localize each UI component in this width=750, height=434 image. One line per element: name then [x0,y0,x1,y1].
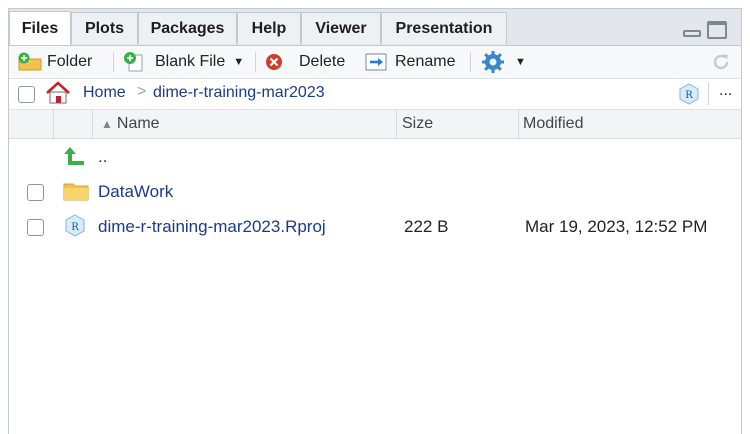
rename-button[interactable]: Rename [365,46,455,78]
new-blank-file-label: Blank File [155,53,226,70]
toolbar-divider [255,52,256,72]
size-column-header[interactable]: Size [402,110,433,138]
breadcrumb-current[interactable]: dime-r-training-mar2023 [153,84,325,102]
modified-column-header[interactable]: Modified [523,110,583,138]
file-modified: Mar 19, 2023, 12:52 PM [525,217,708,236]
new-folder-button[interactable]: Folder [17,46,92,78]
maximize-pane-icon[interactable] [707,21,727,39]
breadcrumb: Home > dime-r-training-mar2023 R ... [9,79,741,110]
modified-column-label: Modified [523,115,584,132]
file-name-link[interactable]: DataWork [98,174,173,210]
svg-text:R: R [685,90,693,101]
tab-packages[interactable]: Packages [138,12,237,44]
column-divider [518,110,519,138]
table-row: R dime-r-training-mar2023.Rproj 222 B Ma… [9,209,741,245]
svg-text:R: R [71,222,79,233]
chevron-down-icon: ▼ [515,56,526,68]
column-divider [396,110,397,138]
more-options-button[interactable]: ... [719,82,732,100]
tab-packages-label: Packages [150,19,225,37]
name-column-label: Name [116,115,160,132]
refresh-icon [713,54,729,70]
rproj-icon[interactable]: R [678,83,700,105]
more-actions-button[interactable]: ▼ [481,46,526,78]
tab-presentation[interactable]: Presentation [381,12,507,44]
parent-directory-row[interactable]: .. [9,139,741,175]
new-blank-file-button[interactable]: Blank File ▼ [123,46,244,78]
toolbar-divider [470,52,471,72]
column-divider [92,110,93,138]
breadcrumb-separator: > [137,83,147,100]
tab-files[interactable]: Files [9,11,71,45]
file-name-link[interactable]: dime-r-training-mar2023.Rproj [98,209,326,245]
home-icon[interactable] [45,81,71,105]
new-folder-icon [18,52,42,71]
toolbar-divider [113,52,114,72]
sort-ascending-icon: ▲ [101,117,113,131]
file-size: 222 B [404,217,449,236]
chevron-down-icon: ▼ [233,56,245,68]
rproj-file-icon: R [65,214,85,237]
tab-viewer[interactable]: Viewer [301,12,381,44]
row-checkbox[interactable] [27,184,44,201]
gear-icon [482,51,504,73]
files-pane: Files Plots Packages Help Viewer Present… [8,8,742,434]
window-controls [683,21,727,39]
folder-icon [63,183,89,201]
breadcrumb-home[interactable]: Home [83,84,126,102]
new-file-icon [124,52,143,72]
name-column-header[interactable]: ▲ Name [101,110,160,138]
tab-presentation-label: Presentation [395,19,493,37]
files-toolbar: Folder Blank File ▼ Delete Rename ▼ [9,46,741,79]
rename-label: Rename [395,53,456,70]
go-up-icon [64,147,84,165]
toolbar-divider [708,83,709,105]
file-table-header: ▲ Name Size Modified [9,110,741,139]
column-divider [53,110,54,138]
delete-label: Delete [299,53,346,70]
size-column-label: Size [402,115,434,132]
tab-files-label: Files [21,19,59,37]
tab-plots-label: Plots [84,19,125,37]
tab-strip: Files Plots Packages Help Viewer Present… [9,9,741,46]
tab-plots[interactable]: Plots [71,12,138,44]
delete-icon [266,54,282,70]
row-checkbox[interactable] [27,219,44,236]
parent-directory-link[interactable]: .. [98,139,107,175]
tab-viewer-label: Viewer [315,19,367,37]
tab-help[interactable]: Help [237,12,301,44]
new-folder-label: Folder [47,53,93,70]
tab-help-label: Help [251,19,287,37]
delete-button[interactable]: Delete [265,46,345,78]
minimize-pane-icon[interactable] [683,30,701,37]
rename-icon [365,53,387,71]
refresh-button[interactable] [710,46,732,78]
select-all-checkbox[interactable] [18,86,35,103]
table-row: DataWork [9,174,741,210]
